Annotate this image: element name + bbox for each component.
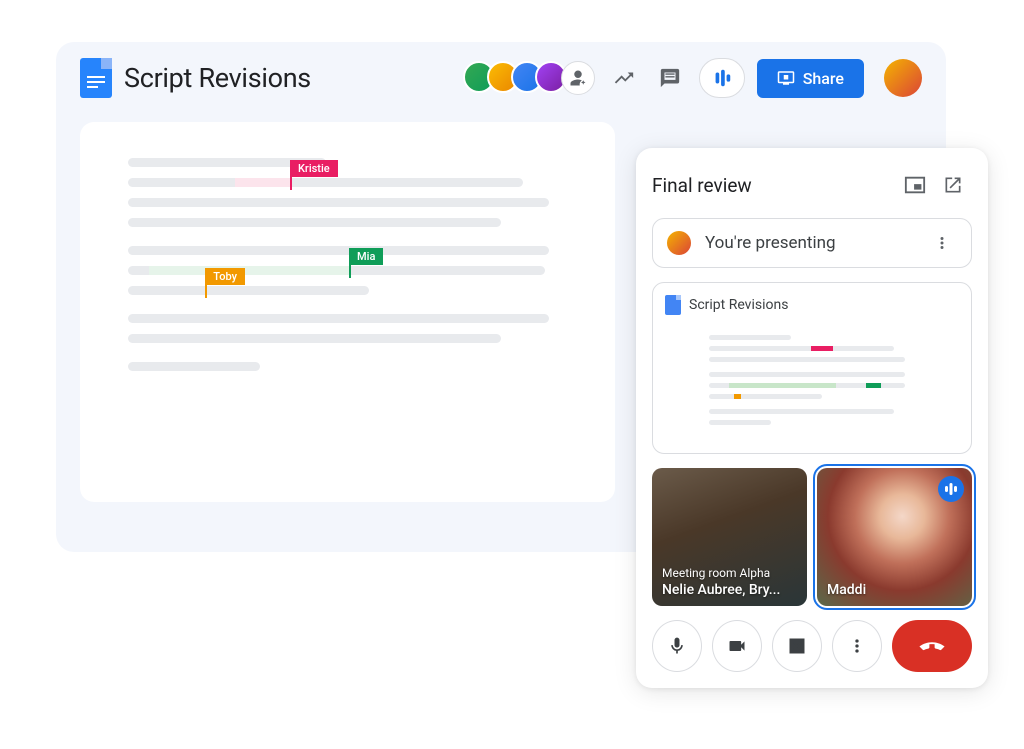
doc-page[interactable]: Kristie Mia Toby — [80, 122, 615, 502]
share-button[interactable]: Share — [757, 59, 864, 98]
more-vert-icon[interactable] — [925, 230, 959, 256]
account-avatar[interactable] — [884, 59, 922, 97]
hangup-button[interactable] — [892, 620, 972, 672]
docs-header: Script Revisions Share — [56, 42, 946, 114]
tile-room-name: Meeting room Alpha — [662, 566, 770, 580]
mic-button[interactable] — [652, 620, 702, 672]
comments-icon[interactable] — [653, 61, 687, 95]
video-tile-active[interactable]: Maddi — [817, 468, 972, 606]
meet-panel: Final review You're presenting Script Re… — [636, 148, 988, 688]
meet-join-button[interactable] — [699, 58, 745, 98]
docs-logo-icon — [80, 58, 112, 98]
cursor-flag-toby: Toby — [205, 268, 245, 285]
more-options-button[interactable] — [832, 620, 882, 672]
presenting-avatar — [665, 229, 693, 257]
presenting-card[interactable]: You're presenting — [652, 218, 972, 268]
video-tiles: Meeting room Alpha Nelie Aubree, Bry... … — [652, 468, 972, 606]
tile-name: Maddi — [827, 582, 866, 598]
present-icon — [777, 69, 795, 87]
meet-controls — [652, 620, 972, 672]
trending-up-icon[interactable] — [607, 61, 641, 95]
anonymous-user-icon[interactable] — [561, 61, 595, 95]
doc-title[interactable]: Script Revisions — [124, 62, 311, 94]
picture-in-picture-icon[interactable] — [896, 166, 934, 204]
video-tile-room[interactable]: Meeting room Alpha Nelie Aubree, Bry... — [652, 468, 807, 606]
preview-canvas — [665, 321, 959, 441]
speaking-indicator-icon — [938, 476, 964, 502]
cursor-flag-mia: Mia — [349, 248, 383, 265]
tile-participants: Nelie Aubree, Bry... — [662, 582, 780, 598]
cursor-flag-kristie: Kristie — [290, 160, 338, 177]
open-new-icon[interactable] — [934, 166, 972, 204]
collaborator-avatars[interactable] — [463, 61, 595, 95]
presenting-text: You're presenting — [705, 233, 913, 253]
meet-title: Final review — [652, 174, 896, 197]
meet-header: Final review — [652, 166, 972, 204]
share-label: Share — [803, 69, 844, 88]
presentation-preview[interactable]: Script Revisions — [652, 282, 972, 454]
docs-mini-icon — [665, 295, 681, 315]
stop-present-button[interactable] — [772, 620, 822, 672]
camera-button[interactable] — [712, 620, 762, 672]
presented-doc-title: Script Revisions — [689, 297, 788, 313]
